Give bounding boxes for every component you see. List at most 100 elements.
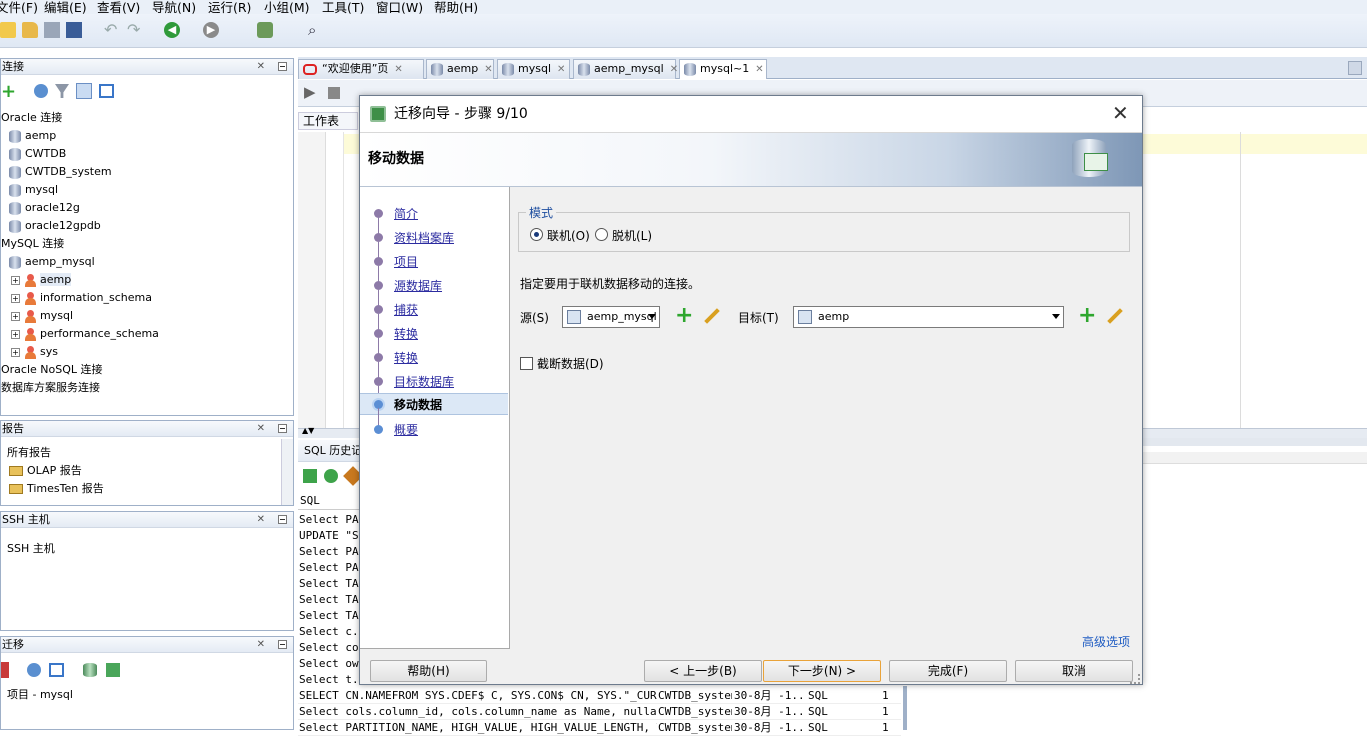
history-row[interactable]: Select PAR [299,544,359,560]
mode-online-radio[interactable] [530,228,543,241]
run-icon[interactable]: ▶ [304,83,316,101]
close-icon[interactable]: ✕ [670,64,678,75]
binoculars-icon[interactable]: ⌕ [308,22,324,38]
sql-icon[interactable] [257,22,273,38]
tree-item[interactable]: CWTDB_system [9,163,112,181]
wizard-step[interactable]: 源数据库 [360,275,508,297]
refresh-icon[interactable] [34,84,48,98]
tree-item[interactable]: + performance_schema [11,325,159,343]
menu-tools[interactable]: 工具(T) [322,0,364,14]
target-select[interactable]: aemp [793,306,1064,328]
close-icon[interactable]: ✕ [394,64,402,75]
close-icon[interactable]: ✕ [257,512,265,528]
history-row[interactable]: Select PAR [299,512,359,528]
new-icon[interactable] [0,22,16,38]
wizard-step[interactable]: 转换 [360,323,508,345]
tree-item[interactable]: + information_schema [11,289,152,307]
minimize-icon[interactable] [278,62,287,71]
minimize-icon[interactable] [278,640,287,649]
append-icon[interactable] [303,469,317,483]
run-script-icon[interactable] [328,87,340,99]
minimize-icon[interactable] [278,515,287,524]
wizard-step[interactable]: 项目 [360,251,508,273]
tree-item[interactable]: Oracle 连接 [1,109,62,127]
menu-edit[interactable]: 编辑(E) [44,0,87,14]
menu-view[interactable]: 查看(V) [97,0,140,14]
splitter-arrows-icon[interactable]: ▲▼ [302,426,314,435]
tree-item[interactable]: Oracle NoSQL 连接 [1,361,103,379]
wizard-step[interactable]: 目标数据库 [360,371,508,393]
tree-item[interactable]: oracle12gpdb [9,217,101,235]
wizard-step[interactable]: 概要 [360,419,508,441]
close-icon[interactable]: ✕ [557,64,565,75]
edit-target-icon[interactable] [1107,308,1123,324]
add-repository-icon[interactable] [106,663,120,677]
history-row[interactable]: Select TA [299,592,359,608]
wizard-step[interactable]: 资料档案库 [360,227,508,249]
tree-item-project[interactable]: 项目 - mysql [7,686,73,704]
expand-icon[interactable]: + [11,293,20,303]
wizard-step[interactable]: 移动数据 [360,393,508,415]
resize-grip[interactable] [1130,674,1140,684]
advanced-options-link[interactable]: 高级选项 [1082,633,1130,650]
history-row[interactable]: Select t.t [299,672,359,688]
tree-item[interactable]: MySQL 连接 [1,235,64,253]
tree-item[interactable]: + sys [11,343,58,361]
redo-icon[interactable]: ↷ [127,22,143,38]
save-icon[interactable] [44,22,60,38]
delete-icon[interactable] [1,662,9,678]
filter-icon[interactable] [55,84,69,98]
menu-team[interactable]: 小组(M) [264,0,310,14]
history-row[interactable]: Select TA [299,608,359,624]
edit-source-icon[interactable] [704,308,720,324]
undo-icon[interactable]: ↶ [104,22,120,38]
tree-item-ssh-hosts[interactable]: SSH 主机 [7,540,55,558]
scrollbar[interactable] [281,439,293,505]
close-icon[interactable]: ✕ [257,637,265,653]
history-row[interactable]: Select cols.column_id, cols.column_name … [298,704,901,720]
history-row[interactable]: Select PAR [299,560,359,576]
menu-window[interactable]: 窗口(W) [376,0,423,14]
mode-offline-radio[interactable] [595,228,608,241]
tab-list-icon[interactable] [1348,61,1362,75]
close-icon[interactable]: ✕ [257,59,265,75]
add-source-icon[interactable]: + [675,305,693,327]
tab-mysql[interactable]: mysql ✕ [497,59,570,79]
cancel-button[interactable]: 取消 [1015,660,1133,682]
add-connection-icon[interactable]: + [1,81,16,102]
open-folder-icon[interactable] [22,22,38,38]
tree-item[interactable]: aemp [9,127,56,145]
tab-aemp[interactable]: aemp ✕ [426,59,494,79]
add-target-icon[interactable]: + [1078,305,1096,327]
forward-icon[interactable]: ▶ [203,22,219,38]
expand-icon[interactable]: + [11,347,20,357]
refresh-icon[interactable] [27,663,41,677]
close-icon[interactable]: ✕ [755,64,763,75]
tab-aemp-mysql[interactable]: aemp_mysql ✕ [573,59,678,79]
tree-item[interactable]: + aemp [11,271,72,289]
source-select[interactable]: aemp_mysql [562,306,660,328]
menu-help[interactable]: 帮助(H) [434,0,478,14]
tree-item[interactable]: CWTDB [9,145,66,163]
tree-item-all-reports[interactable]: 所有报告 [7,444,51,462]
history-row[interactable]: UPDATE "SY [299,528,359,544]
menu-file[interactable]: 文件(F) [0,0,38,14]
splitter-right[interactable] [1143,438,1367,446]
schema-browser-icon[interactable] [76,83,92,99]
history-row[interactable]: Select own [299,656,359,672]
copy-icon[interactable] [49,663,64,677]
history-row[interactable]: Select col [299,640,359,656]
back-icon[interactable]: ◀ [164,22,180,38]
close-icon[interactable]: ✕ [257,421,265,437]
back-button[interactable]: < 上一步(B) [644,660,762,682]
tab-mysql-1[interactable]: mysql~1 ✕ [679,59,767,79]
wizard-step[interactable]: 捕获 [360,299,508,321]
tree-item-timesten-reports[interactable]: TimesTen 报告 [9,480,104,498]
tab-welcome[interactable]: “欢迎使用”页 ✕ [298,59,424,79]
finish-button[interactable]: 完成(F) [889,660,1007,682]
history-row[interactable]: Select PARTITION_NAME, HIGH_VALUE, HIGH_… [298,720,901,736]
history-row[interactable]: Select TA [299,576,359,592]
tree-item[interactable]: + mysql [11,307,73,325]
expand-icon[interactable]: + [11,311,20,321]
expand-icon[interactable]: + [11,329,20,339]
